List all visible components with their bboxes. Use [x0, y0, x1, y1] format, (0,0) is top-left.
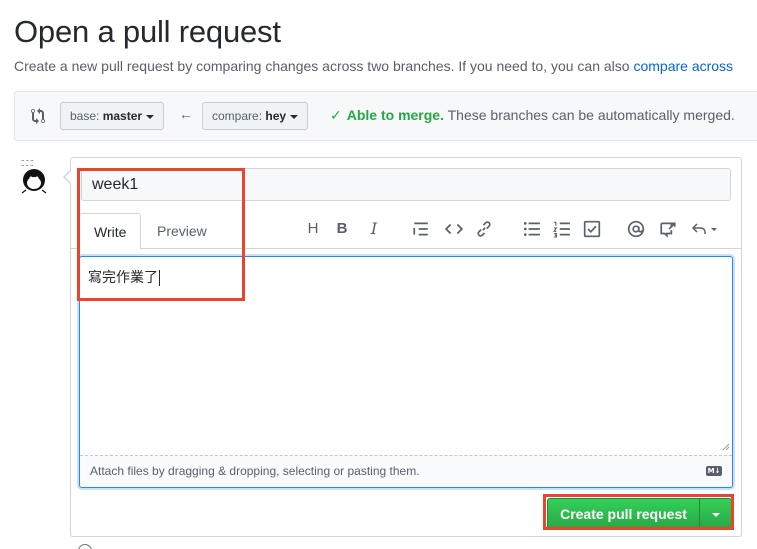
- pr-body-content: 寫完作業了: [88, 267, 160, 287]
- svg-text:~ ~ ~: ~ ~ ~: [21, 163, 34, 168]
- subtitle-text: Create a new pull request by comparing c…: [14, 58, 634, 74]
- reply-icon[interactable]: [691, 220, 721, 238]
- base-value: master: [102, 109, 143, 123]
- chevron-down-icon: [146, 114, 155, 119]
- pr-body-textarea[interactable]: 寫完作業了 Attach files by dragging & droppin…: [79, 256, 733, 488]
- git-compare-icon: [31, 108, 45, 124]
- pr-body-text: 寫完作業了: [88, 270, 158, 286]
- base-label: base:: [70, 109, 100, 123]
- avatar: ~ ~ ~ ~ ~ ~: [18, 158, 52, 194]
- branch-compare-bar: base: master ← compare: hey ✓ Able to mer…: [14, 91, 757, 141]
- page-subtitle: Create a new pull request by comparing c…: [14, 58, 733, 74]
- tab-preview[interactable]: Preview: [143, 213, 221, 250]
- create-options-dropdown[interactable]: [699, 498, 732, 530]
- chevron-down-icon: [290, 114, 299, 119]
- resize-grip-icon[interactable]: [722, 443, 730, 451]
- merge-status: ✓ Able to merge. These branches can be au…: [330, 107, 735, 124]
- pull-request-form: week1 Write Preview H B I 寫完作業了 Attach f…: [63, 157, 742, 537]
- check-icon: ✓: [330, 107, 342, 123]
- heading-icon[interactable]: H: [304, 220, 322, 238]
- tab-write[interactable]: Write: [79, 213, 142, 250]
- compare-value: hey: [265, 109, 287, 123]
- create-pull-request-button[interactable]: Create pull request: [547, 498, 700, 530]
- bulleted-list-icon[interactable]: [523, 220, 541, 238]
- quote-icon[interactable]: [412, 220, 430, 238]
- numbered-list-icon[interactable]: [553, 220, 571, 238]
- file-attachment-bar[interactable]: Attach files by dragging & dropping, sel…: [80, 455, 732, 487]
- page-title: Open a pull request: [14, 14, 281, 49]
- info-icon: [78, 544, 92, 549]
- compare-label: compare:: [212, 109, 263, 123]
- merge-detail-text: These branches can be automatically merg…: [447, 107, 735, 123]
- merge-able-text: Able to merge.: [346, 107, 444, 123]
- code-icon[interactable]: [445, 220, 463, 238]
- base-branch-select[interactable]: base: master: [60, 102, 165, 130]
- pr-title-input[interactable]: week1: [81, 168, 731, 201]
- text-cursor: [159, 270, 160, 286]
- compare-branch-select[interactable]: compare: hey: [202, 102, 309, 130]
- task-list-icon[interactable]: [583, 220, 601, 238]
- chevron-down-icon: [712, 513, 720, 517]
- attach-hint: Attach files by dragging & dropping, sel…: [90, 464, 420, 478]
- italic-icon[interactable]: I: [365, 220, 383, 238]
- compare-across-link[interactable]: compare across: [633, 58, 733, 74]
- link-icon[interactable]: [475, 220, 493, 238]
- mention-icon[interactable]: [627, 220, 645, 238]
- markdown-icon[interactable]: M↓: [706, 466, 722, 476]
- arrow-left-icon: ←: [179, 106, 193, 122]
- reference-icon[interactable]: [659, 220, 677, 238]
- bold-icon[interactable]: B: [333, 220, 351, 238]
